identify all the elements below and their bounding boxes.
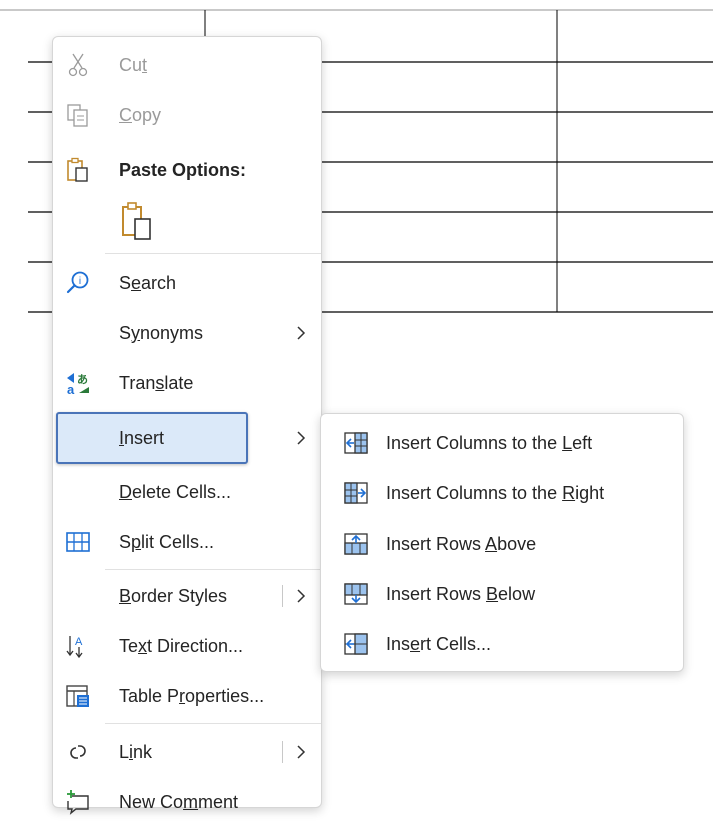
paste-keep-text-icon <box>122 202 151 240</box>
menu-item-split-cells[interactable]: Split Cells... <box>53 517 321 567</box>
scissors-icon <box>68 53 88 77</box>
insert-row-above-icon <box>344 533 368 555</box>
submenu-item-label: Insert Columns to the Left <box>386 433 593 453</box>
menu-item-label: Copy <box>119 105 162 125</box>
split-button-divider <box>282 741 283 763</box>
link-icon <box>70 745 86 759</box>
insert-submenu: Insert Columns to the Left Insert Column… <box>320 413 684 672</box>
insert-row-below-icon <box>344 583 368 605</box>
submenu-item-insert-columns-left[interactable]: Insert Columns to the Left <box>321 418 683 468</box>
svg-text:A: A <box>75 636 83 648</box>
menu-item-new-comment[interactable]: New Comment <box>53 777 321 827</box>
chevron-right-icon[interactable] <box>295 743 307 761</box>
menu-item-label: Cut <box>119 55 148 75</box>
new-comment-icon <box>67 790 89 815</box>
submenu-item-label: Insert Cells... <box>386 634 492 654</box>
submenu-item-label: Insert Columns to the Right <box>386 483 605 503</box>
search-icon: i <box>66 271 89 294</box>
menu-item-label: Search <box>119 273 177 293</box>
menu-item-copy[interactable]: Copy <box>53 90 321 140</box>
chevron-right-icon <box>297 431 306 445</box>
menu-item-paste-options: Paste Options: <box>53 145 321 195</box>
insert-column-left-icon <box>344 432 368 454</box>
submenu-item-insert-columns-right[interactable]: Insert Columns to the Right <box>321 468 683 518</box>
menu-item-border-styles[interactable]: Border Styles <box>53 571 321 621</box>
table-properties-icon <box>66 685 89 707</box>
paste-keep-text-button[interactable] <box>53 195 321 245</box>
menu-item-synonyms[interactable]: Synonyms <box>53 308 321 358</box>
split-cells-icon <box>66 532 90 552</box>
submenu-item-label: Insert Rows Above <box>386 534 537 554</box>
insert-cells-icon <box>344 633 368 655</box>
menu-item-text-direction[interactable]: A Text Direction... <box>53 621 321 671</box>
menu-item-label: Split Cells... <box>119 532 215 552</box>
split-button-divider <box>282 585 283 607</box>
context-menu: Cut Copy Paste Options: i Search Synonym… <box>52 36 322 815</box>
menu-item-insert[interactable]: Insert <box>53 412 321 464</box>
copy-icon <box>67 104 88 127</box>
svg-text:a: a <box>67 382 75 396</box>
menu-item-search[interactable]: i Search <box>53 258 321 308</box>
menu-item-label: Insert <box>119 428 165 448</box>
menu-item-label: Synonyms <box>119 323 204 343</box>
clipboard-icon <box>67 157 88 182</box>
submenu-item-label: Insert Rows Below <box>386 584 536 604</box>
svg-text:あ: あ <box>77 373 88 386</box>
chevron-right-icon <box>297 326 306 340</box>
menu-item-label: Delete Cells... <box>119 482 232 502</box>
menu-item-translate[interactable]: a あ Translate <box>53 358 321 408</box>
svg-text:i: i <box>79 276 81 287</box>
menu-item-link[interactable]: Link <box>53 727 321 777</box>
menu-item-label: Text Direction... <box>119 636 244 656</box>
submenu-item-insert-rows-below[interactable]: Insert Rows Below <box>321 569 683 619</box>
translate-icon: a あ <box>67 373 89 396</box>
menu-item-label: Paste Options: <box>119 160 247 180</box>
text-direction-icon: A <box>66 636 83 659</box>
menu-item-label: Border Styles <box>119 586 228 606</box>
submenu-item-insert-cells[interactable]: Insert Cells... <box>321 619 683 669</box>
menu-item-label: Link <box>119 742 153 762</box>
chevron-right-icon[interactable] <box>295 587 307 605</box>
menu-item-label: Translate <box>119 373 194 393</box>
menu-item-table-properties[interactable]: Table Properties... <box>53 671 321 721</box>
menu-item-label: Table Properties... <box>119 686 265 706</box>
insert-column-right-icon <box>344 482 368 504</box>
menu-item-delete-cells[interactable]: Delete Cells... <box>53 467 321 517</box>
submenu-item-insert-rows-above[interactable]: Insert Rows Above <box>321 519 683 569</box>
menu-item-label: New Comment <box>119 792 239 812</box>
menu-item-cut[interactable]: Cut <box>53 40 321 90</box>
